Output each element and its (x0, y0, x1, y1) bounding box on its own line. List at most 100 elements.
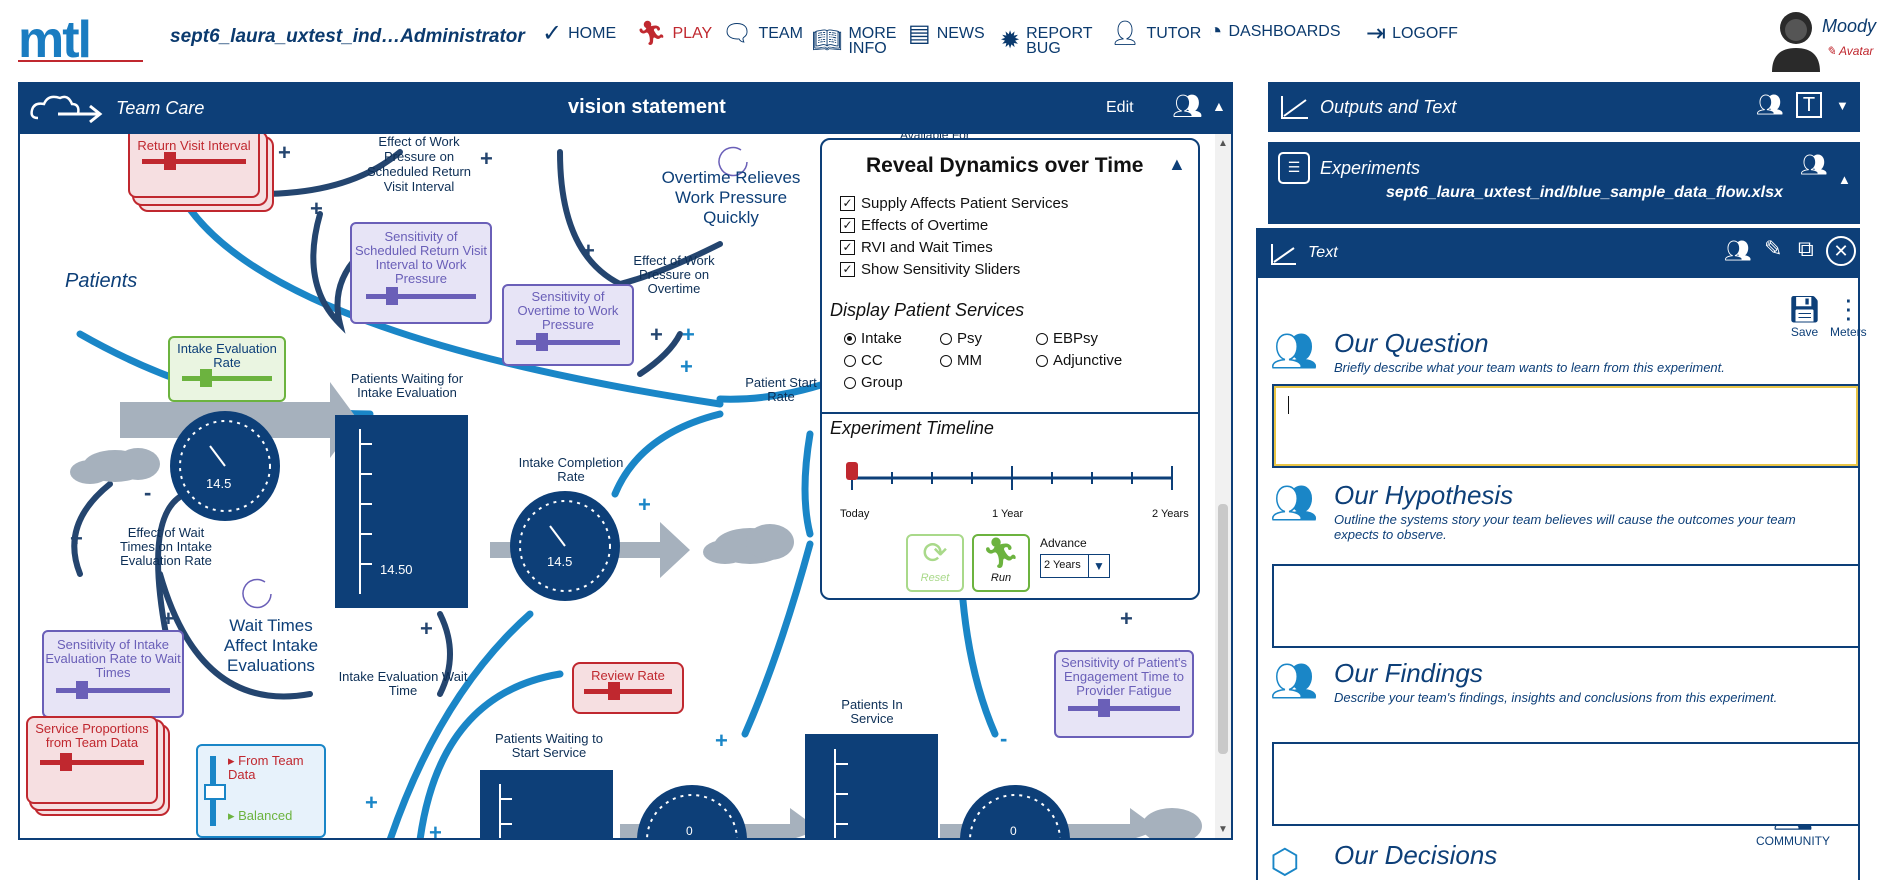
news-icon: ▤ (908, 20, 931, 47)
slider-thumb[interactable] (200, 369, 212, 387)
team-data-switch[interactable]: ▸ From Team Data ▸ Balanced (196, 744, 326, 838)
text-tool-icon[interactable]: T (1796, 92, 1822, 118)
reset-button[interactable]: ⟳ Reset (906, 534, 964, 592)
chevron-down-icon[interactable]: ▼ (1088, 555, 1109, 577)
check-rvi[interactable]: ✓ RVI and Wait Times (840, 236, 1068, 258)
nav-logoff[interactable]: ⇥ LOGOFF (1366, 22, 1458, 46)
nav-play[interactable]: 🏃︎ PLAY (636, 22, 712, 46)
share-user-icon[interactable]: 👥︎ (1724, 238, 1752, 264)
findings-input[interactable] (1272, 742, 1860, 826)
check-sensitivity[interactable]: ✓ Show Sensitivity Sliders (840, 258, 1068, 280)
edit-button[interactable]: Edit (1106, 99, 1134, 117)
radio-ebpsy[interactable]: EBPsy (1036, 330, 1098, 347)
nav-report-bug[interactable]: ✹ REPORT BUG (1000, 26, 1093, 57)
nav-more-info[interactable]: 📖︎ MORE INFO (812, 26, 896, 57)
radio-label: MM (957, 352, 982, 369)
nav-team[interactable]: 🗨︎ TEAM (722, 22, 803, 46)
check-supply[interactable]: ✓ Supply Affects Patient Services (840, 192, 1068, 214)
scroll-down-icon[interactable]: ▼ (1218, 824, 1228, 835)
findings-desc: Describe your team's findings, insights … (1334, 690, 1778, 705)
radio-group[interactable]: Group (844, 374, 903, 391)
save-button[interactable]: 💾︎ Save (1788, 294, 1821, 339)
review-rate-label: Review Rate (591, 668, 665, 683)
scroll-up-icon[interactable]: ▲ (1218, 138, 1228, 149)
logo-underline (18, 60, 143, 62)
radio[interactable] (844, 376, 856, 389)
radio[interactable] (844, 354, 856, 367)
radio[interactable] (1036, 332, 1048, 345)
return-visit-interval-slider[interactable]: Return Visit Interval (128, 134, 260, 198)
close-icon[interactable]: ✕ (1826, 236, 1856, 266)
advance-select[interactable]: 2 Years ▼ (1040, 554, 1110, 578)
slider-thumb[interactable] (76, 681, 88, 699)
sens-sched-slider[interactable]: Sensitivity of Scheduled Return Visit In… (350, 222, 492, 324)
checkbox[interactable]: ✓ (840, 195, 855, 211)
radio-mm[interactable]: MM (940, 352, 982, 369)
reveal-title: Reveal Dynamics over Time (866, 154, 1144, 177)
radio-adjunctive[interactable]: Adjunctive (1036, 352, 1122, 369)
run-button[interactable]: 🏃︎ Run (972, 534, 1030, 592)
collapse-up-icon[interactable]: ▲ (1838, 172, 1851, 187)
nav-tutor[interactable]: 👤︎ TUTOR (1110, 22, 1201, 46)
effect-work-sched-label: Effect of Work Pressure on Scheduled Ret… (366, 134, 472, 194)
collapse-up-icon[interactable]: ▲ (1212, 98, 1226, 114)
intake-eval-rate-slider[interactable]: Intake Evaluation Rate (168, 336, 286, 402)
sens-intake-slider[interactable]: Sensitivity of Intake Evaluation Rate to… (42, 630, 184, 718)
account-name[interactable]: Moody (1822, 16, 1876, 37)
account-avatar-link[interactable]: ✎ Avatar (1826, 44, 1873, 58)
radio-cc[interactable]: CC (844, 352, 883, 369)
sens-engagement-label: Sensitivity of Patient's Engagement Time… (1060, 655, 1188, 698)
nav-dashboards[interactable]: ◔ DASHBOARDS (1208, 20, 1341, 44)
slider-thumb[interactable] (60, 753, 72, 771)
radio[interactable] (940, 354, 952, 367)
experiments-panel-header[interactable]: ☰ Experiments sept6_laura_uxtest_ind/blu… (1268, 142, 1860, 224)
question-input[interactable] (1272, 384, 1860, 468)
outputs-panel-header[interactable]: Outputs and Text 👥︎ T ▼ (1268, 82, 1860, 132)
return-visit-label: Return Visit Interval (137, 138, 251, 153)
nav-news[interactable]: ▤ NEWS (908, 22, 985, 46)
experiment-timeline[interactable] (842, 458, 1182, 498)
radio-intake[interactable]: Intake (844, 330, 902, 347)
switch-thumb[interactable] (204, 784, 226, 800)
model-scrollbar[interactable]: ▲ ▼ (1215, 134, 1231, 838)
collapse-up-icon[interactable]: ▲ (1168, 154, 1186, 175)
slider-thumb[interactable] (386, 287, 398, 305)
hypothesis-input[interactable] (1272, 564, 1860, 648)
sens-overtime-slider[interactable]: Sensitivity of Overtime to Work Pressure (502, 284, 634, 366)
slider-thumb[interactable] (536, 333, 548, 351)
checkbox[interactable]: ✓ (840, 261, 855, 277)
intake-eval-rate-label: Intake Evaluation Rate (177, 341, 277, 370)
share-user-icon[interactable]: 👥︎ (1756, 92, 1784, 118)
scrollbar-thumb[interactable] (1218, 504, 1228, 754)
intake-wait-label: Intake Evaluation Wait Time (338, 669, 468, 698)
radio-psy[interactable]: Psy (940, 330, 982, 347)
outputs-title: Outputs and Text (1320, 97, 1457, 117)
text-cursor (1288, 396, 1289, 414)
balanced-label: Balanced (238, 808, 293, 823)
share-user-icon[interactable]: 👥︎ (1172, 92, 1202, 121)
review-rate-slider[interactable]: Review Rate (572, 662, 684, 714)
edit-icon[interactable]: ✎ (1764, 236, 1782, 262)
radio[interactable] (940, 332, 952, 345)
svg-text:+: + (680, 354, 693, 379)
slider-thumb[interactable] (1098, 699, 1110, 717)
checkbox[interactable]: ✓ (840, 239, 855, 255)
slider-thumb[interactable] (164, 152, 176, 170)
sliders-icon: ☰ (1278, 152, 1310, 184)
nav-home[interactable]: ✓ HOME (542, 22, 616, 46)
radio-label: Intake (861, 330, 902, 347)
chevron-down-icon[interactable]: ▼ (1836, 98, 1849, 113)
share-user-icon[interactable]: 👥︎ (1800, 152, 1828, 178)
nav-play-label: PLAY (672, 25, 713, 42)
timeline-1year: 1 Year (992, 508, 1024, 520)
checkbox[interactable]: ✓ (840, 217, 855, 233)
meters-button[interactable]: ⋮ Meters (1830, 294, 1867, 339)
service-proportions-slider[interactable]: Service Proportions from Team Data (26, 716, 158, 804)
popout-icon[interactable]: ⧉ (1798, 236, 1814, 262)
radio[interactable] (844, 332, 856, 345)
check-overtime[interactable]: ✓ Effects of Overtime (840, 214, 1068, 236)
slider-thumb[interactable] (608, 682, 620, 700)
sens-engagement-slider[interactable]: Sensitivity of Patient's Engagement Time… (1054, 650, 1194, 738)
avatar[interactable] (1768, 8, 1824, 72)
radio[interactable] (1036, 354, 1048, 367)
